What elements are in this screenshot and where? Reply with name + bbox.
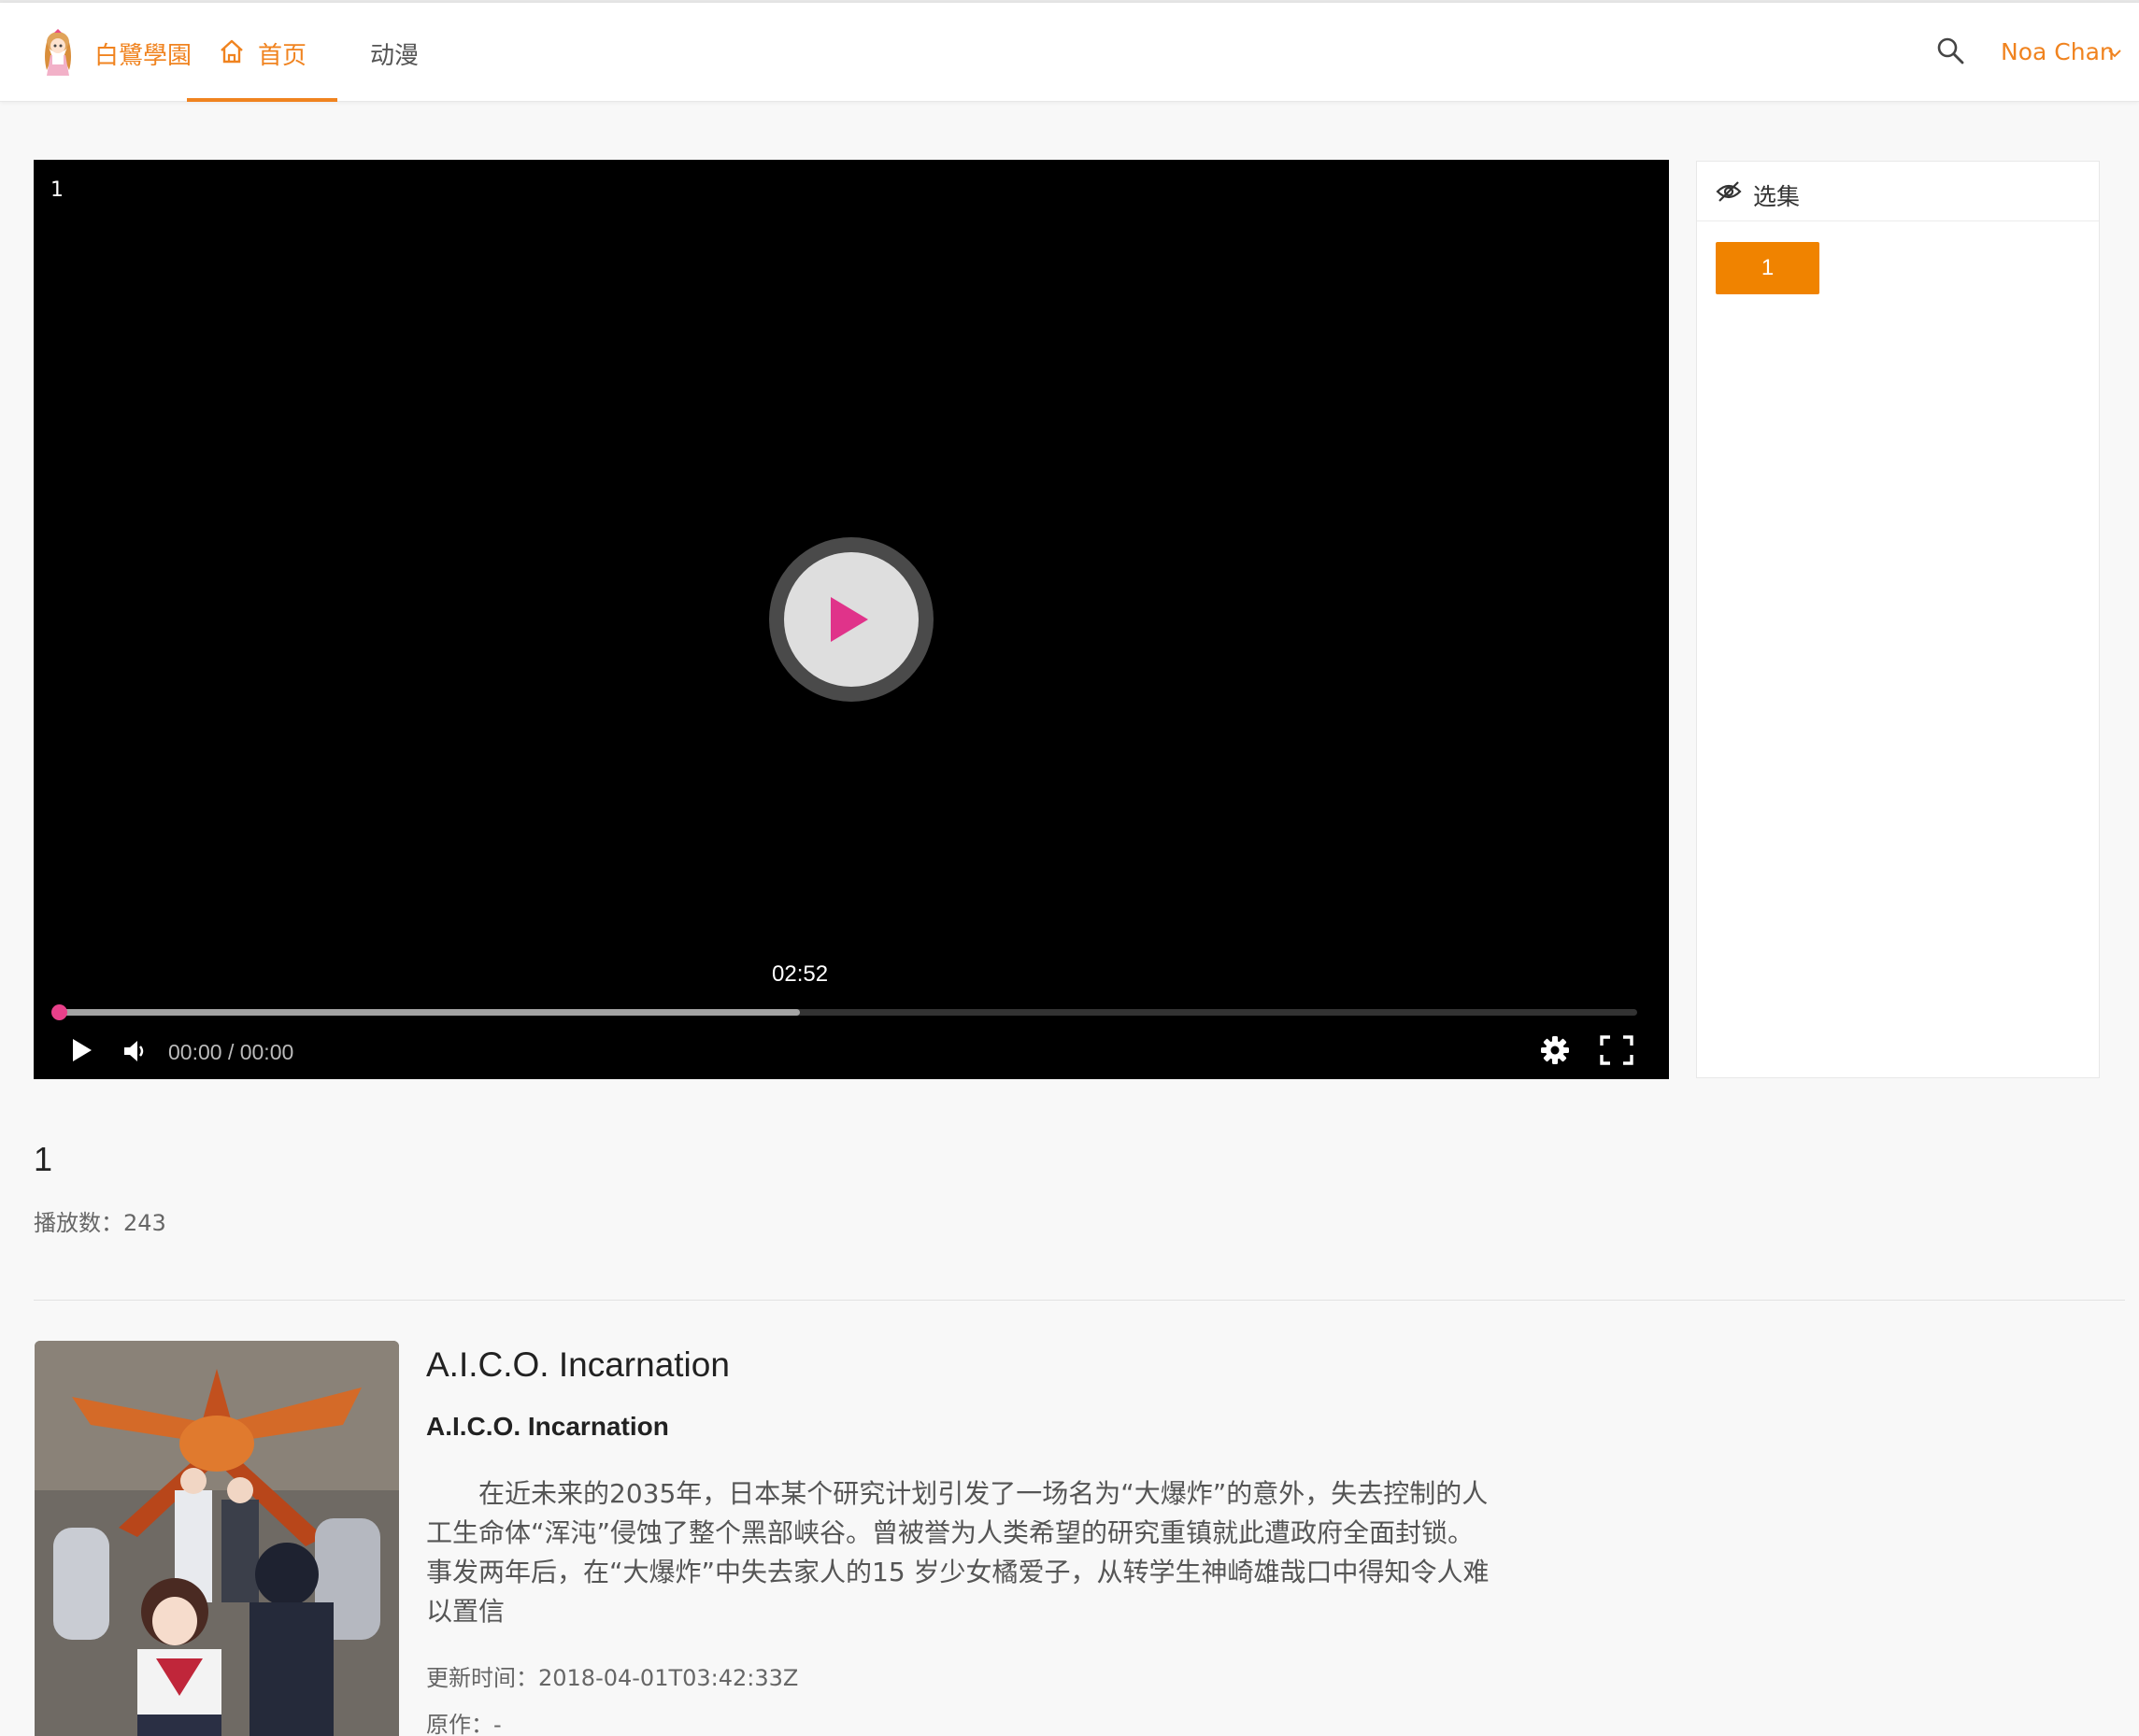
play-icon <box>831 597 868 642</box>
time-display: 00:00 / 00:00 <box>168 1040 294 1064</box>
brand-name[interactable]: 白鷺學園 <box>94 36 192 71</box>
play-count: 播放数：243 <box>34 1210 166 1236</box>
gear-icon[interactable] <box>1540 1035 1570 1065</box>
video-title-overlay: 1 <box>50 178 64 202</box>
chevron-down-icon[interactable] <box>2107 48 2122 59</box>
episode-number: 1 <box>34 1140 53 1178</box>
volume-icon[interactable] <box>121 1038 150 1064</box>
mascot-logo-icon[interactable] <box>37 29 78 79</box>
eye-off-icon <box>1716 181 1742 202</box>
anime-poster-image[interactable] <box>35 1341 399 1736</box>
section-divider <box>34 1300 2125 1301</box>
nav-home-tab[interactable]: 首页 <box>187 3 337 102</box>
episode-list-panel: 选集 1 <box>1696 161 2100 1078</box>
show-description: 在近未来的2035年，日本某个研究计划引发了一场名为“大爆炸”的意外，失去控制的… <box>426 1478 1490 1627</box>
episode-list-title: 选集 <box>1753 183 1801 210</box>
show-title: A.I.C.O. Incarnation <box>426 1345 730 1384</box>
top-navbar: 白鷺學園 首页 动漫 Noa Chan <box>0 3 2139 102</box>
original-author: 原作：- <box>426 1712 502 1736</box>
seek-hover-time: 02:52 <box>772 961 829 987</box>
video-player[interactable]: 1 02:52 00:00 / 00:00 <box>34 160 1669 1079</box>
progress-buffered <box>58 1009 801 1016</box>
search-icon[interactable] <box>1936 36 1964 64</box>
episode-button[interactable]: 1 <box>1716 242 1819 294</box>
home-icon <box>221 39 243 64</box>
updated-time: 更新时间：2018-04-01T03:42:33Z <box>426 1665 799 1691</box>
fullscreen-icon[interactable] <box>1600 1035 1633 1065</box>
progress-bar[interactable] <box>51 1004 1637 1020</box>
play-control-icon[interactable] <box>67 1036 95 1064</box>
show-subtitle: A.I.C.O. Incarnation <box>426 1412 669 1441</box>
episode-list-header: 选集 <box>1697 162 2099 221</box>
big-play-button[interactable] <box>769 537 934 702</box>
nav-anime-tab[interactable]: 动漫 <box>370 36 419 71</box>
user-menu-name[interactable]: Noa Chan <box>2001 38 2115 65</box>
nav-home-label: 首页 <box>258 42 307 70</box>
progress-handle[interactable] <box>51 1004 67 1020</box>
